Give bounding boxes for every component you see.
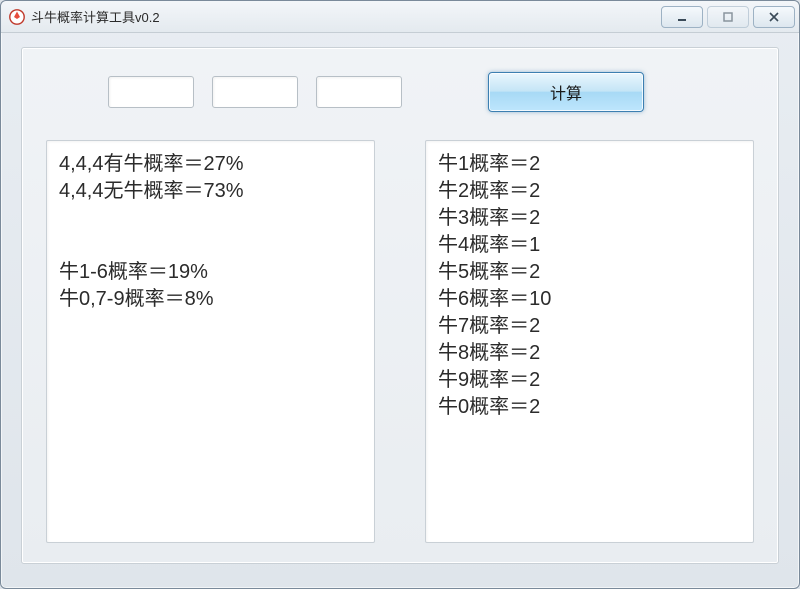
result-panels: 4,4,4有牛概率＝27% 4,4,4无牛概率＝73% 牛1-6概率＝19% 牛…	[46, 140, 754, 543]
calculate-button[interactable]: 计算	[488, 72, 644, 112]
titlebar: 斗牛概率计算工具v0.2	[1, 1, 799, 33]
maximize-button[interactable]	[707, 6, 749, 28]
main-groupbox: 计算 4,4,4有牛概率＝27% 4,4,4无牛概率＝73% 牛1-6概率＝19…	[21, 47, 779, 564]
input-row: 计算	[46, 66, 754, 118]
close-button[interactable]	[753, 6, 795, 28]
window-title: 斗牛概率计算工具v0.2	[31, 7, 657, 26]
card1-input[interactable]	[108, 76, 194, 108]
right-result-panel: 牛1概率＝2 牛2概率＝2 牛3概率＝2 牛4概率＝1 牛5概率＝2 牛6概率＝…	[425, 140, 754, 543]
window-controls	[657, 6, 795, 28]
card2-input[interactable]	[212, 76, 298, 108]
left-result-panel: 4,4,4有牛概率＝27% 4,4,4无牛概率＝73% 牛1-6概率＝19% 牛…	[46, 140, 375, 543]
app-window: 斗牛概率计算工具v0.2 计算 4,4,4有牛概率＝27% 4,4,4无牛概率＝…	[0, 0, 800, 589]
minimize-button[interactable]	[661, 6, 703, 28]
client-area: 计算 4,4,4有牛概率＝27% 4,4,4无牛概率＝73% 牛1-6概率＝19…	[1, 33, 799, 588]
card3-input[interactable]	[316, 76, 402, 108]
app-icon	[9, 9, 25, 25]
